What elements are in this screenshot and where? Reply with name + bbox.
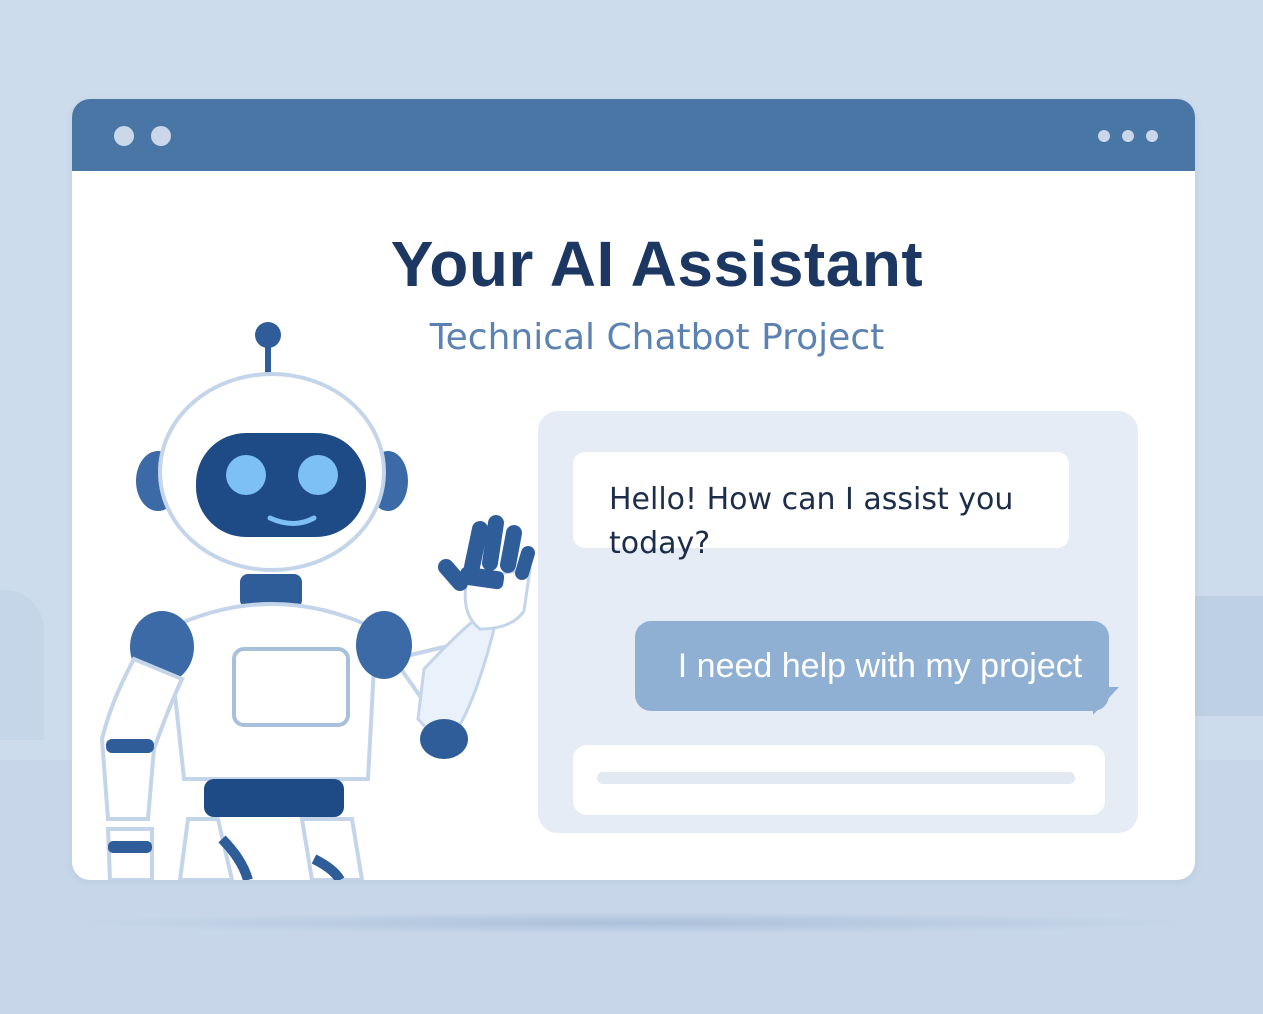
chat-input-placeholder-bar (597, 772, 1075, 784)
chat-panel: Hello! How can I assist you today? I nee… (538, 411, 1138, 833)
chat-input[interactable] (573, 745, 1105, 815)
app-window: Your AI Assistant Technical Chatbot Proj… (72, 99, 1195, 880)
waving-robot-icon (99, 322, 535, 880)
window-shadow (70, 912, 1195, 934)
user-message: I need help with my project (635, 621, 1109, 711)
background-shelf-shape (1195, 596, 1263, 716)
background-plant-shape (0, 590, 44, 740)
bot-message: Hello! How can I assist you today? (573, 452, 1069, 561)
more-horizontal-icon[interactable] (1092, 127, 1164, 145)
